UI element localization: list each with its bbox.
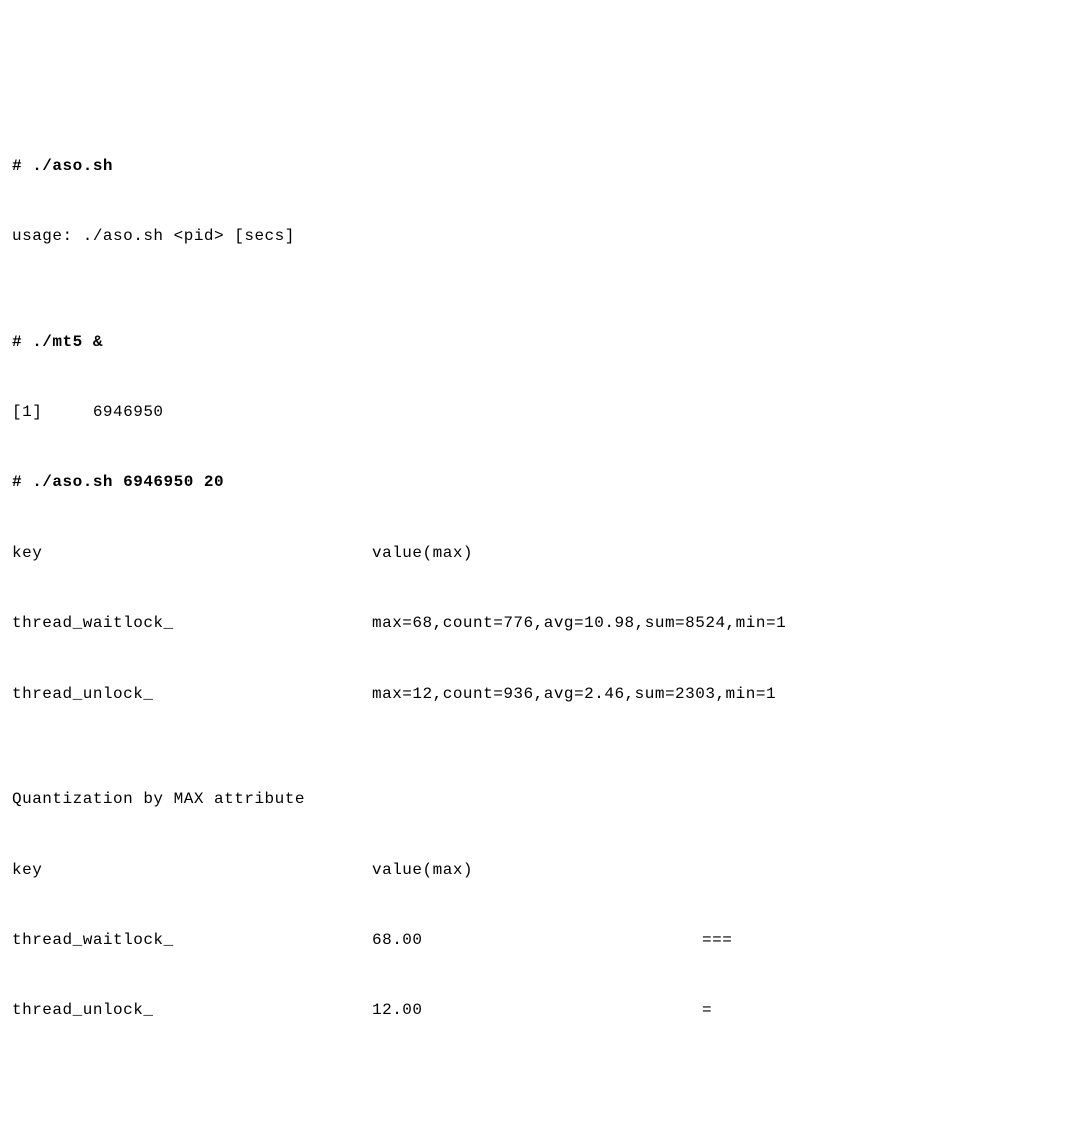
row-key: thread_unlock_ <box>12 677 372 712</box>
row-val: 68.00 <box>372 923 702 958</box>
cmd-aso-usage: # ./aso.sh <box>12 149 1054 184</box>
row-val: max=12,count=936,avg=2.46,sum=2303,min=1 <box>372 677 702 712</box>
row-bar: = <box>702 993 712 1028</box>
cmd-aso-run: # ./aso.sh 6946950 20 <box>12 465 1054 500</box>
hdr-val: value(max) <box>372 536 702 571</box>
table1-header: keyvalue(max) <box>12 536 1054 571</box>
table2-row: thread_unlock_12.00= <box>12 993 1054 1028</box>
table2-header: keyvalue(max) <box>12 853 1054 888</box>
row-key: thread_waitlock_ <box>12 923 372 958</box>
table2-row: thread_waitlock_68.00=== <box>12 923 1054 958</box>
hdr-key: key <box>12 536 372 571</box>
table1-row: thread_unlock_max=12,count=936,avg=2.46,… <box>12 677 1054 712</box>
row-val: 12.00 <box>372 993 702 1028</box>
section-title: Quantization by MAX attribute <box>12 782 1054 817</box>
row-val: max=68,count=776,avg=10.98,sum=8524,min=… <box>372 606 702 641</box>
row-key: thread_unlock_ <box>12 993 372 1028</box>
usage-line: usage: ./aso.sh <pid> [secs] <box>12 219 1054 254</box>
table1-row: thread_waitlock_max=68,count=776,avg=10.… <box>12 606 1054 641</box>
cmd-mt5: # ./mt5 & <box>12 325 1054 360</box>
row-key: thread_waitlock_ <box>12 606 372 641</box>
job-output: [1] 6946950 <box>12 395 1054 430</box>
hdr-val: value(max) <box>372 853 702 888</box>
hdr-key: key <box>12 853 372 888</box>
row-bar: === <box>702 923 732 958</box>
